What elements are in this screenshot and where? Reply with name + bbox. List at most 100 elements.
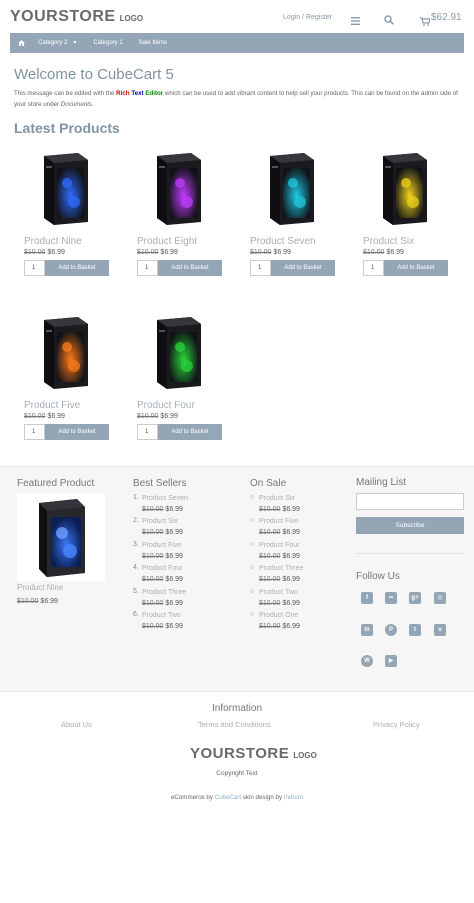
product-card: Product Nine $10.00 $6.99 1 Add to Basket	[24, 150, 110, 280]
product-name[interactable]: Product Five	[24, 400, 80, 411]
documents-word: Documents	[60, 100, 93, 108]
google-plus-icon[interactable]: g+	[409, 592, 421, 604]
on-sale-list: ○ Product Six $10.00 $6.99 ○ Product Five $10.…	[250, 494, 303, 634]
product-price: $10.00 $6.99	[363, 249, 404, 256]
list-item: 3. Product Five $10.00 $6.99	[133, 541, 188, 564]
add-to-basket-button[interactable]: Add to Basket	[158, 424, 222, 440]
circle-bullet-icon: ○	[250, 610, 255, 618]
quantity-field[interactable]: 1	[24, 424, 45, 440]
quantity-field[interactable]: 1	[250, 260, 271, 276]
linkedin-icon[interactable]: in	[361, 624, 373, 636]
terms-link[interactable]: Terms and Conditions	[198, 720, 271, 729]
list-product-name[interactable]: Product Six	[142, 517, 188, 527]
basket-total[interactable]: $62.91	[431, 12, 462, 23]
wordpress-icon[interactable]: W	[361, 655, 373, 667]
sale-price: $6.99	[160, 413, 178, 420]
product-name[interactable]: Product Nine	[24, 236, 82, 247]
twitter-icon[interactable]: t	[409, 624, 421, 636]
logo-text: YOURSTORE	[190, 745, 290, 762]
menu-icon[interactable]	[351, 12, 360, 30]
list-product-name[interactable]: Product Five	[259, 517, 303, 527]
list-product-price: $10.00 $6.99	[142, 574, 188, 585]
cubecart-link[interactable]: CubeCart	[215, 794, 241, 801]
nav-label: Category 2	[38, 40, 68, 46]
computer-case-image	[44, 153, 88, 225]
product-image[interactable]	[38, 150, 96, 231]
list-product-name[interactable]: Product Four	[259, 541, 303, 551]
product-image[interactable]	[151, 314, 209, 395]
sale-price: $6.99	[165, 576, 183, 584]
nav-category-1[interactable]: Category 1	[93, 40, 122, 46]
welcome-text: .	[92, 100, 94, 108]
sale-price: $6.99	[282, 622, 300, 630]
flickr-icon[interactable]: ••	[385, 592, 397, 604]
list-number: 3.	[133, 540, 139, 548]
nav-category-2[interactable]: Category 2 ▼	[38, 40, 77, 46]
youtube-icon[interactable]: ▶	[385, 655, 397, 667]
list-product-price: $10.00 $6.99	[142, 598, 188, 609]
nav-label: Sale Items	[138, 40, 168, 46]
instagram-icon[interactable]: ◎	[434, 592, 446, 604]
about-us-link[interactable]: About Us	[61, 720, 92, 729]
product-image[interactable]	[377, 150, 435, 231]
product-name[interactable]: Product Six	[363, 236, 414, 247]
computer-case-image	[39, 499, 85, 577]
list-product-name[interactable]: Product One	[259, 611, 303, 621]
product-card: Product Seven $10.00 $6.99 1 Add to Basket	[250, 150, 336, 280]
product-image[interactable]	[38, 314, 96, 395]
featured-product-name[interactable]: Product Nine	[17, 583, 63, 592]
privacy-policy-link[interactable]: Privacy Policy	[373, 720, 420, 729]
product-image[interactable]	[264, 150, 322, 231]
add-to-basket-button[interactable]: Add to Basket	[45, 260, 109, 276]
login-register-link[interactable]: Login / Register	[283, 14, 332, 21]
email-field[interactable]	[356, 493, 464, 510]
information-title: Information	[211, 703, 263, 714]
list-product-name[interactable]: Product Three	[142, 588, 188, 598]
computer-case-image	[270, 153, 314, 225]
list-product-name[interactable]: Product Four	[142, 564, 188, 574]
quantity-field[interactable]: 1	[363, 260, 384, 276]
list-item: ○ Product One $10.00 $6.99	[250, 611, 303, 634]
nav-label: Category 1	[93, 40, 123, 46]
product-image[interactable]	[151, 150, 209, 231]
main-navigation: Category 2 ▼ Category 1 Sale Items	[10, 33, 464, 53]
credit-text: skin design by	[241, 794, 284, 801]
featured-product-image[interactable]	[17, 493, 105, 581]
sale-price: $6.99	[282, 599, 300, 607]
cart-icon[interactable]	[420, 13, 431, 31]
product-name[interactable]: Product Seven	[250, 236, 316, 247]
subscribe-button[interactable]: Subscribe	[356, 517, 464, 534]
old-price: $10.00	[259, 599, 281, 607]
sale-price: $6.99	[165, 552, 183, 560]
quantity-field[interactable]: 1	[24, 260, 45, 276]
home-icon[interactable]	[18, 40, 25, 46]
product-name[interactable]: Product Eight	[137, 236, 197, 247]
welcome-message: This message can be edited with the Rich…	[14, 89, 460, 110]
quantity-field[interactable]: 1	[137, 260, 158, 276]
add-to-basket-button[interactable]: Add to Basket	[158, 260, 222, 276]
list-product-name[interactable]: Product Six	[259, 494, 303, 504]
sale-price: $6.99	[165, 529, 183, 537]
add-to-basket-button[interactable]: Add to Basket	[271, 260, 335, 276]
old-price: $10.00	[142, 529, 164, 537]
store-logo[interactable]: YOURSTORE LOGO	[10, 8, 143, 26]
quantity-field[interactable]: 1	[137, 424, 158, 440]
add-to-basket-button[interactable]: Add to Basket	[45, 424, 109, 440]
list-product-name[interactable]: Product Seven	[142, 494, 188, 504]
circle-bullet-icon: ○	[250, 517, 255, 525]
product-name[interactable]: Product Four	[137, 400, 195, 411]
pinterest-icon[interactable]: P	[385, 624, 397, 636]
list-product-name[interactable]: Product Five	[142, 541, 188, 551]
facebook-icon[interactable]: f	[361, 592, 373, 604]
list-product-name[interactable]: Product Three	[259, 564, 303, 574]
search-icon[interactable]	[384, 12, 394, 30]
sale-price: $6.99	[282, 529, 300, 537]
add-to-basket-button[interactable]: Add to Basket	[384, 260, 448, 276]
nav-sale-items[interactable]: Sale Items	[139, 40, 167, 46]
footer-logo[interactable]: YOURSTORE LOGO	[190, 745, 317, 762]
list-item: 6. Product Two $10.00 $6.99	[133, 611, 188, 634]
list-product-name[interactable]: Product Two	[259, 588, 303, 598]
list-product-name[interactable]: Product Two	[142, 611, 188, 621]
vimeo-icon[interactable]: v	[434, 624, 446, 636]
indrum-link[interactable]: Indrum	[284, 794, 303, 801]
